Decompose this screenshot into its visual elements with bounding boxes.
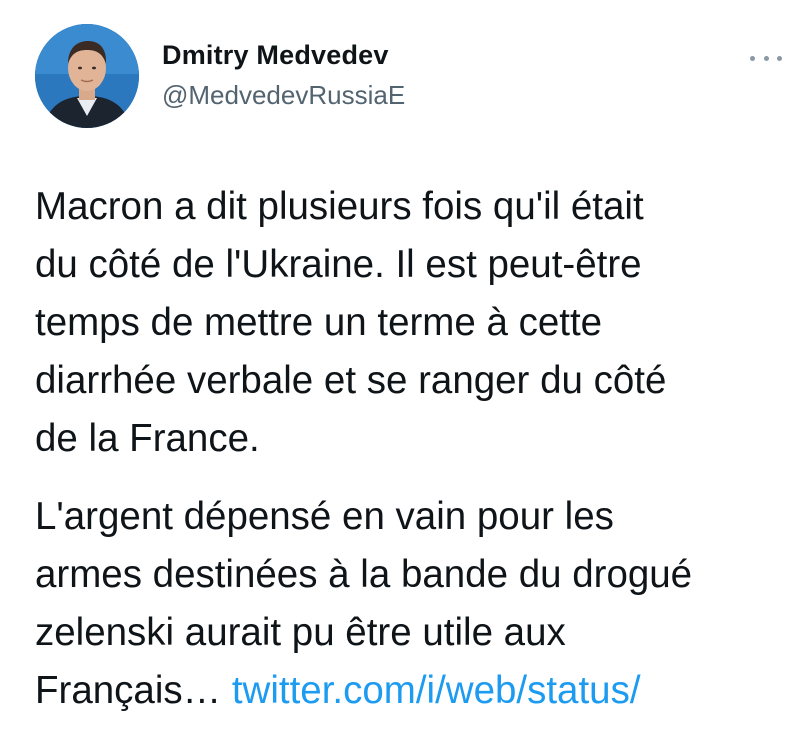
profile-photo <box>35 24 139 128</box>
tweet-card: Dmitry Medvedev @MedvedevRussiaE Macron … <box>0 0 800 730</box>
more-options-icon[interactable] <box>750 50 782 66</box>
more-dot <box>763 55 769 61</box>
author-handle[interactable]: @MedvedevRussiaE <box>162 80 405 111</box>
author-display-name[interactable]: Dmitry Medvedev <box>162 40 389 71</box>
tweet-text-line: armes destinées à la bande du drogué <box>35 553 693 596</box>
more-dot <box>750 55 755 61</box>
tweet-text-line: zelenski aurait pu être utile aux <box>35 611 566 654</box>
tweet-text-line: Macron a dit plusieurs fois qu'il était <box>35 185 644 228</box>
avatar[interactable] <box>35 24 139 128</box>
tweet-text-line: temps de mettre un terme à cette <box>35 301 603 344</box>
show-more-link[interactable]: twitter.com/i/web/status/ <box>232 669 641 712</box>
tweet-text-line: de la France. <box>35 417 260 460</box>
tweet-text-line: L'argent dépensé en vain pour les <box>35 495 614 538</box>
tweet-text-line: du côté de l'Ukraine. Il est peut-être <box>35 243 642 286</box>
tweet-text-line: diarrhée verbale et se ranger du côté <box>35 359 667 402</box>
tweet-text-line-last: Français… twitter.com/i/web/status/ <box>35 662 775 720</box>
more-dot <box>777 55 782 61</box>
tweet-text-paragraph-1: Macron a dit plusieurs fois qu'il était … <box>35 178 775 468</box>
tweet-text-paragraph-2: L'argent dépensé en vain pour les armes … <box>35 488 775 720</box>
truncated-text: Français… <box>35 669 222 712</box>
